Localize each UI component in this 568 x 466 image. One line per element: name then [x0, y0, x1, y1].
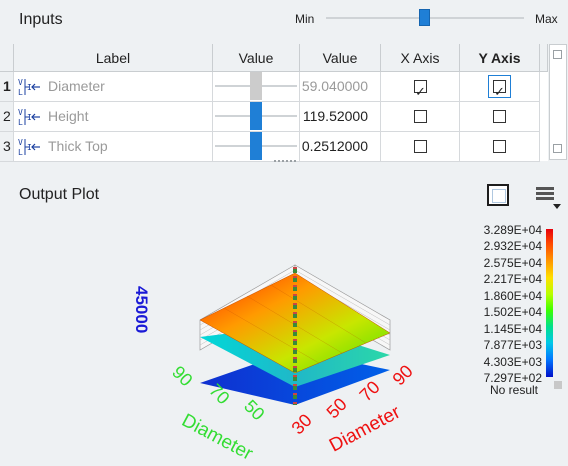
table-row-label-cell[interactable]: V L I Diameter: [14, 72, 213, 102]
legend-value: 2.932E+04: [483, 239, 542, 253]
legend-value: 2.575E+04: [483, 256, 542, 270]
vector-variable-icon: V L I: [18, 138, 40, 157]
svg-text:I: I: [27, 83, 32, 92]
scroll-down-button[interactable]: [553, 144, 562, 153]
legend-value: 3.289E+04: [483, 223, 542, 237]
y-axis-cell[interactable]: [460, 102, 540, 132]
y-axis-checkbox[interactable]: [493, 110, 506, 123]
legend-value: 1.145E+04: [483, 322, 542, 336]
value-slider-cell[interactable]: [213, 72, 300, 102]
value-slider-cell[interactable]: [213, 102, 300, 132]
header-spacer: [540, 44, 548, 72]
y-axis-cell[interactable]: [460, 132, 540, 162]
x-axis-checkbox[interactable]: [414, 77, 427, 106]
row-number: 1: [0, 72, 14, 102]
row-label: Thick Top: [48, 138, 108, 154]
header-label[interactable]: Label: [14, 44, 213, 72]
svg-text:V: V: [18, 78, 23, 87]
output-plot-title: Output Plot: [19, 186, 100, 203]
vector-variable-icon: V L I: [18, 78, 40, 97]
legend-no-result: No result: [489, 383, 538, 397]
y-axis-cell[interactable]: [460, 72, 540, 106]
value-field[interactable]: 0.2512000: [300, 132, 381, 162]
table-row-label-cell[interactable]: V L I Height: [14, 102, 213, 132]
no-result-swatch: [554, 381, 562, 389]
row-number: 3: [0, 132, 14, 162]
value-slider-thumb[interactable]: [250, 132, 262, 160]
row-number: 2: [0, 102, 14, 132]
svg-text:I: I: [27, 113, 32, 122]
header-x-axis[interactable]: X Axis: [381, 44, 460, 72]
x-axis-cell[interactable]: [381, 72, 460, 106]
svg-text:L: L: [18, 118, 23, 127]
value-slider-thumb[interactable]: [250, 72, 262, 100]
svg-text:I: I: [27, 143, 32, 152]
plot-view-icon[interactable]: [487, 184, 509, 206]
value-slider-cell[interactable]: [213, 132, 300, 162]
legend-value: 2.217E+04: [483, 272, 542, 286]
svg-text:L: L: [18, 148, 23, 157]
header-y-axis[interactable]: Y Axis: [460, 44, 540, 72]
global-slider-thumb[interactable]: [419, 9, 430, 26]
x-axis-cell[interactable]: [381, 102, 460, 132]
color-legend-bar: [546, 229, 553, 377]
legend-value: 4.303E+03: [483, 355, 542, 369]
y-axis-checkbox[interactable]: [493, 140, 506, 153]
z-axis-label: 45000: [132, 286, 151, 334]
header-value-slider[interactable]: Value: [213, 44, 300, 72]
table-scrollbar[interactable]: [549, 44, 567, 160]
header-value[interactable]: Value: [300, 44, 381, 72]
slider-max-label: Max: [535, 12, 558, 26]
legend-value: 1.502E+04: [483, 305, 542, 319]
svg-text:L: L: [18, 88, 23, 97]
row-label: Diameter: [48, 78, 105, 94]
legend-value: 7.877E+03: [483, 338, 542, 352]
header-corner: [0, 44, 14, 72]
slider-min-label: Min: [295, 12, 315, 26]
table-row-label-cell[interactable]: V L I Thick Top: [14, 132, 213, 162]
x-axis-checkbox[interactable]: [414, 110, 427, 123]
splitter-handle[interactable]: [274, 160, 296, 165]
x-axis-checkbox[interactable]: [414, 140, 427, 153]
svg-text:V: V: [18, 108, 23, 117]
value-field[interactable]: 119.52000: [300, 102, 381, 132]
row-label: Height: [48, 108, 89, 124]
value-slider-thumb[interactable]: [250, 102, 262, 130]
vector-variable-icon: V L I: [18, 108, 40, 127]
x-axis-cell[interactable]: [381, 132, 460, 162]
value-field[interactable]: 59.040000: [300, 72, 381, 102]
legend-value: 1.860E+04: [483, 289, 542, 303]
scroll-up-button[interactable]: [553, 50, 562, 59]
inputs-title: Inputs: [19, 11, 63, 28]
y-axis-checkbox[interactable]: [493, 77, 506, 106]
svg-text:V: V: [18, 138, 23, 147]
